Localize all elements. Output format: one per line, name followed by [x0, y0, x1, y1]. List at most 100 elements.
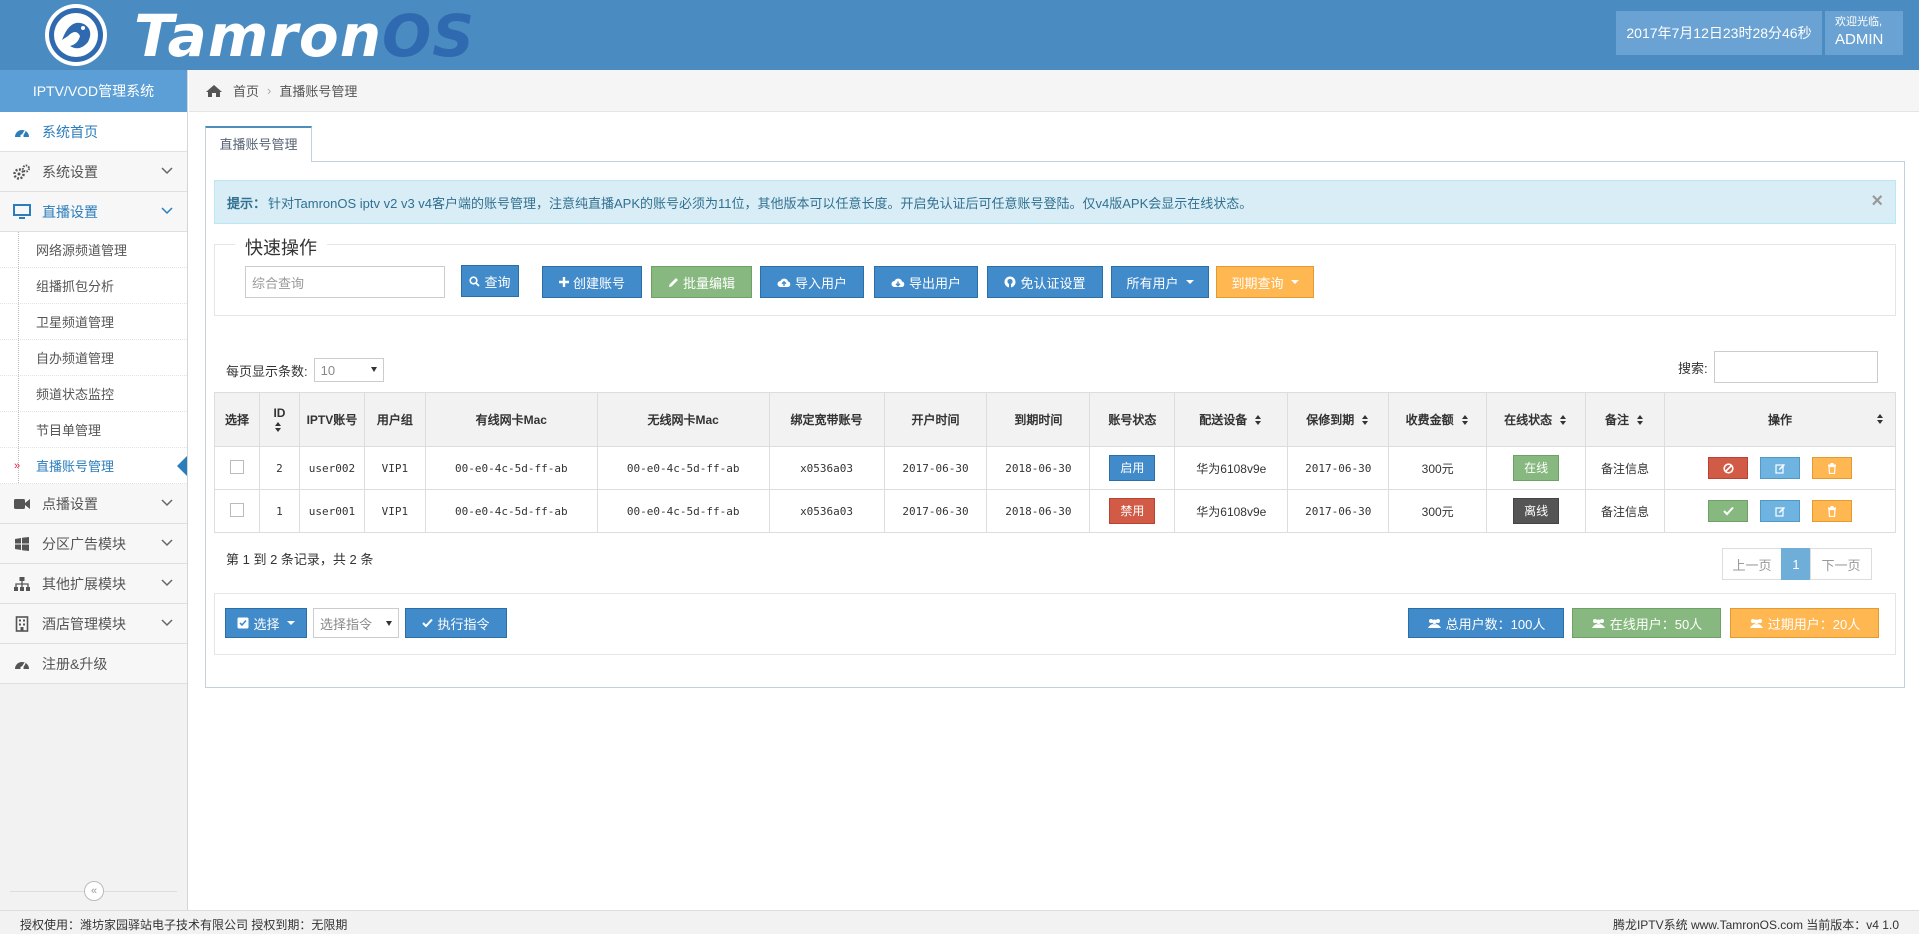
sidebar-item-label: 系统首页: [42, 123, 98, 140]
batch-edit-button[interactable]: 批量编辑: [651, 266, 752, 298]
cell-wired-mac: 00-e0-4c-5d-ff-ab: [424, 446, 598, 490]
cell-warranty: 2017-06-30: [1287, 489, 1390, 533]
cloud-download-icon: [891, 278, 905, 287]
sidebar: IPTV/VOD管理系统 系统首页 系统设置 直播设置 网络源频道管理 组播抓包…: [0, 70, 188, 910]
sidebar-item-vod-settings[interactable]: 点播设置: [0, 484, 187, 524]
cell-wifi-mac: 00-e0-4c-5d-ff-ab: [596, 446, 770, 490]
search-input[interactable]: 综合查询: [245, 266, 445, 298]
sidebar-item-extensions[interactable]: 其他扩展模块: [0, 564, 187, 604]
enable-button[interactable]: [1708, 500, 1748, 522]
column-header: IPTV账号: [298, 392, 365, 447]
column-header[interactable]: 配送设备: [1174, 392, 1289, 447]
brand-name: TamronOS: [134, 2, 476, 70]
close-icon[interactable]: ×: [1871, 191, 1883, 211]
account-status-badge[interactable]: 禁用: [1109, 498, 1156, 524]
sidebar-subitem-own-channels[interactable]: 自办频道管理: [0, 340, 187, 376]
sidebar-item-ad-module[interactable]: 分区广告模块: [0, 524, 187, 564]
column-header[interactable]: 操作: [1664, 392, 1896, 447]
sidebar-item-system-settings[interactable]: 系统设置: [0, 152, 187, 192]
home-icon[interactable]: [205, 84, 223, 98]
disable-button[interactable]: [1708, 457, 1748, 479]
next-page-button[interactable]: 下一页: [1810, 548, 1872, 580]
table-row: 2 user002 VIP1 00-e0-4c-5d-ff-ab 00-e0-4…: [214, 446, 1896, 490]
column-header: 账号状态: [1089, 392, 1176, 447]
sidebar-item-live-settings[interactable]: 直播设置: [0, 192, 187, 232]
column-header[interactable]: 备注: [1585, 392, 1665, 447]
sidebar-subitem-live-accounts[interactable]: » 直播账号管理: [0, 448, 187, 484]
check-square-icon: [237, 617, 249, 629]
welcome-text: 欢迎光临,: [1835, 16, 1883, 28]
version-info: 腾龙IPTV系统 www.TamronOS.com 当前版本：v4 1.0: [1612, 918, 1899, 932]
sidebar-item-home[interactable]: 系统首页: [0, 112, 187, 152]
all-users-dropdown[interactable]: 所有用户: [1111, 266, 1209, 298]
page-size-select[interactable]: 10: [313, 358, 384, 382]
page-button[interactable]: 1: [1781, 548, 1811, 580]
execute-command-button[interactable]: 执行指令: [405, 608, 507, 638]
double-angle-right-icon: »: [14, 459, 21, 472]
online-status-badge: 离线: [1513, 498, 1560, 524]
sort-icon: [1637, 415, 1645, 426]
cell-broadband: x0536a03: [768, 489, 885, 533]
edit-button[interactable]: [1760, 500, 1800, 522]
search-icon: [469, 275, 481, 287]
prev-page-button[interactable]: 上一页: [1722, 548, 1782, 580]
sidebar-subitem-channel-monitor[interactable]: 频道状态监控: [0, 376, 187, 412]
column-header[interactable]: ID: [258, 392, 300, 447]
select-dropdown[interactable]: 选择: [225, 608, 307, 638]
building-icon: [12, 615, 32, 632]
sitemap-icon: [12, 576, 32, 592]
delete-button[interactable]: [1812, 500, 1852, 522]
sidebar-collapse-button[interactable]: «: [84, 881, 104, 901]
column-header: 无线网卡Mac: [596, 392, 770, 447]
tab-live-accounts[interactable]: 直播账号管理: [205, 126, 312, 162]
sidebar-item-label: 酒店管理模块: [42, 615, 126, 632]
chevron-down-icon: [161, 579, 173, 587]
edit-button[interactable]: [1760, 457, 1800, 479]
alert-text: 针对TamronOS iptv v2 v3 v4客户端的账号管理，注意纯直播AP…: [268, 195, 1253, 211]
sidebar-subitem-multicast-capture[interactable]: 组播抓包分析: [0, 268, 187, 304]
check-icon: [422, 618, 434, 628]
column-header[interactable]: 在线状态: [1486, 392, 1587, 447]
main-panel: 直播账号管理 提示： 针对TamronOS iptv v2 v3 v4客户端的账…: [205, 126, 1905, 688]
sidebar-item-register-upgrade[interactable]: 注册&升级: [0, 644, 187, 684]
no-auth-settings-button[interactable]: 免认证设置: [987, 266, 1103, 298]
user-menu[interactable]: 欢迎光临, ADMIN: [1825, 11, 1903, 55]
cell-broadband: x0536a03: [768, 446, 885, 490]
column-header[interactable]: 保修到期: [1287, 392, 1390, 447]
sidebar-item-hotel-module[interactable]: 酒店管理模块: [0, 604, 187, 644]
page-size-control: 每页显示条数: 10: [226, 358, 384, 382]
ban-icon: [1722, 462, 1734, 474]
breadcrumb-home[interactable]: 首页: [233, 81, 259, 100]
cell-expire-date: 2018-06-30: [986, 446, 1091, 490]
row-checkbox[interactable]: [229, 502, 244, 517]
sidebar-subitem-network-channels[interactable]: 网络源频道管理: [0, 232, 187, 268]
table-search-input[interactable]: [1713, 351, 1878, 383]
cell-account: user001: [298, 489, 365, 533]
account-status-badge[interactable]: 启用: [1109, 455, 1156, 481]
license-info: 授权使用：潍坊家园驿站电子技术有限公司 授权到期：无限期: [20, 918, 348, 932]
delete-button[interactable]: [1812, 457, 1852, 479]
sidebar-subitem-satellite-channels[interactable]: 卫星频道管理: [0, 304, 187, 340]
column-header[interactable]: 收费金额: [1388, 392, 1488, 447]
expiry-query-dropdown[interactable]: 到期查询: [1216, 266, 1314, 298]
query-button[interactable]: 查询: [461, 265, 519, 297]
sidebar-subitem-epg[interactable]: 节目单管理: [0, 412, 187, 448]
cell-open-date: 2017-06-30: [883, 489, 988, 533]
sidebar-item-label: 点播设置: [42, 495, 98, 512]
import-users-button[interactable]: 导入用户: [760, 266, 864, 298]
sidebar-item-label: 注册&升级: [42, 655, 108, 672]
cell-expire-date: 2018-06-30: [986, 489, 1091, 533]
quick-actions-legend: 快速操作: [235, 234, 327, 260]
video-camera-icon: [12, 496, 32, 512]
row-checkbox[interactable]: [229, 459, 244, 474]
caret-down-icon: [286, 621, 295, 625]
server-datetime: 2017年7月12日23时28分46秒: [1616, 11, 1822, 55]
sort-icon: [1461, 415, 1470, 426]
chevron-down-icon: [161, 619, 173, 627]
chevron-down-icon: [161, 207, 173, 215]
command-select[interactable]: 选择指令: [313, 608, 399, 638]
create-account-button[interactable]: 创建账号: [542, 266, 642, 298]
export-users-button[interactable]: 导出用户: [874, 266, 978, 298]
monitor-icon: [12, 203, 32, 220]
breadcrumb-current: 直播账号管理: [279, 84, 358, 99]
